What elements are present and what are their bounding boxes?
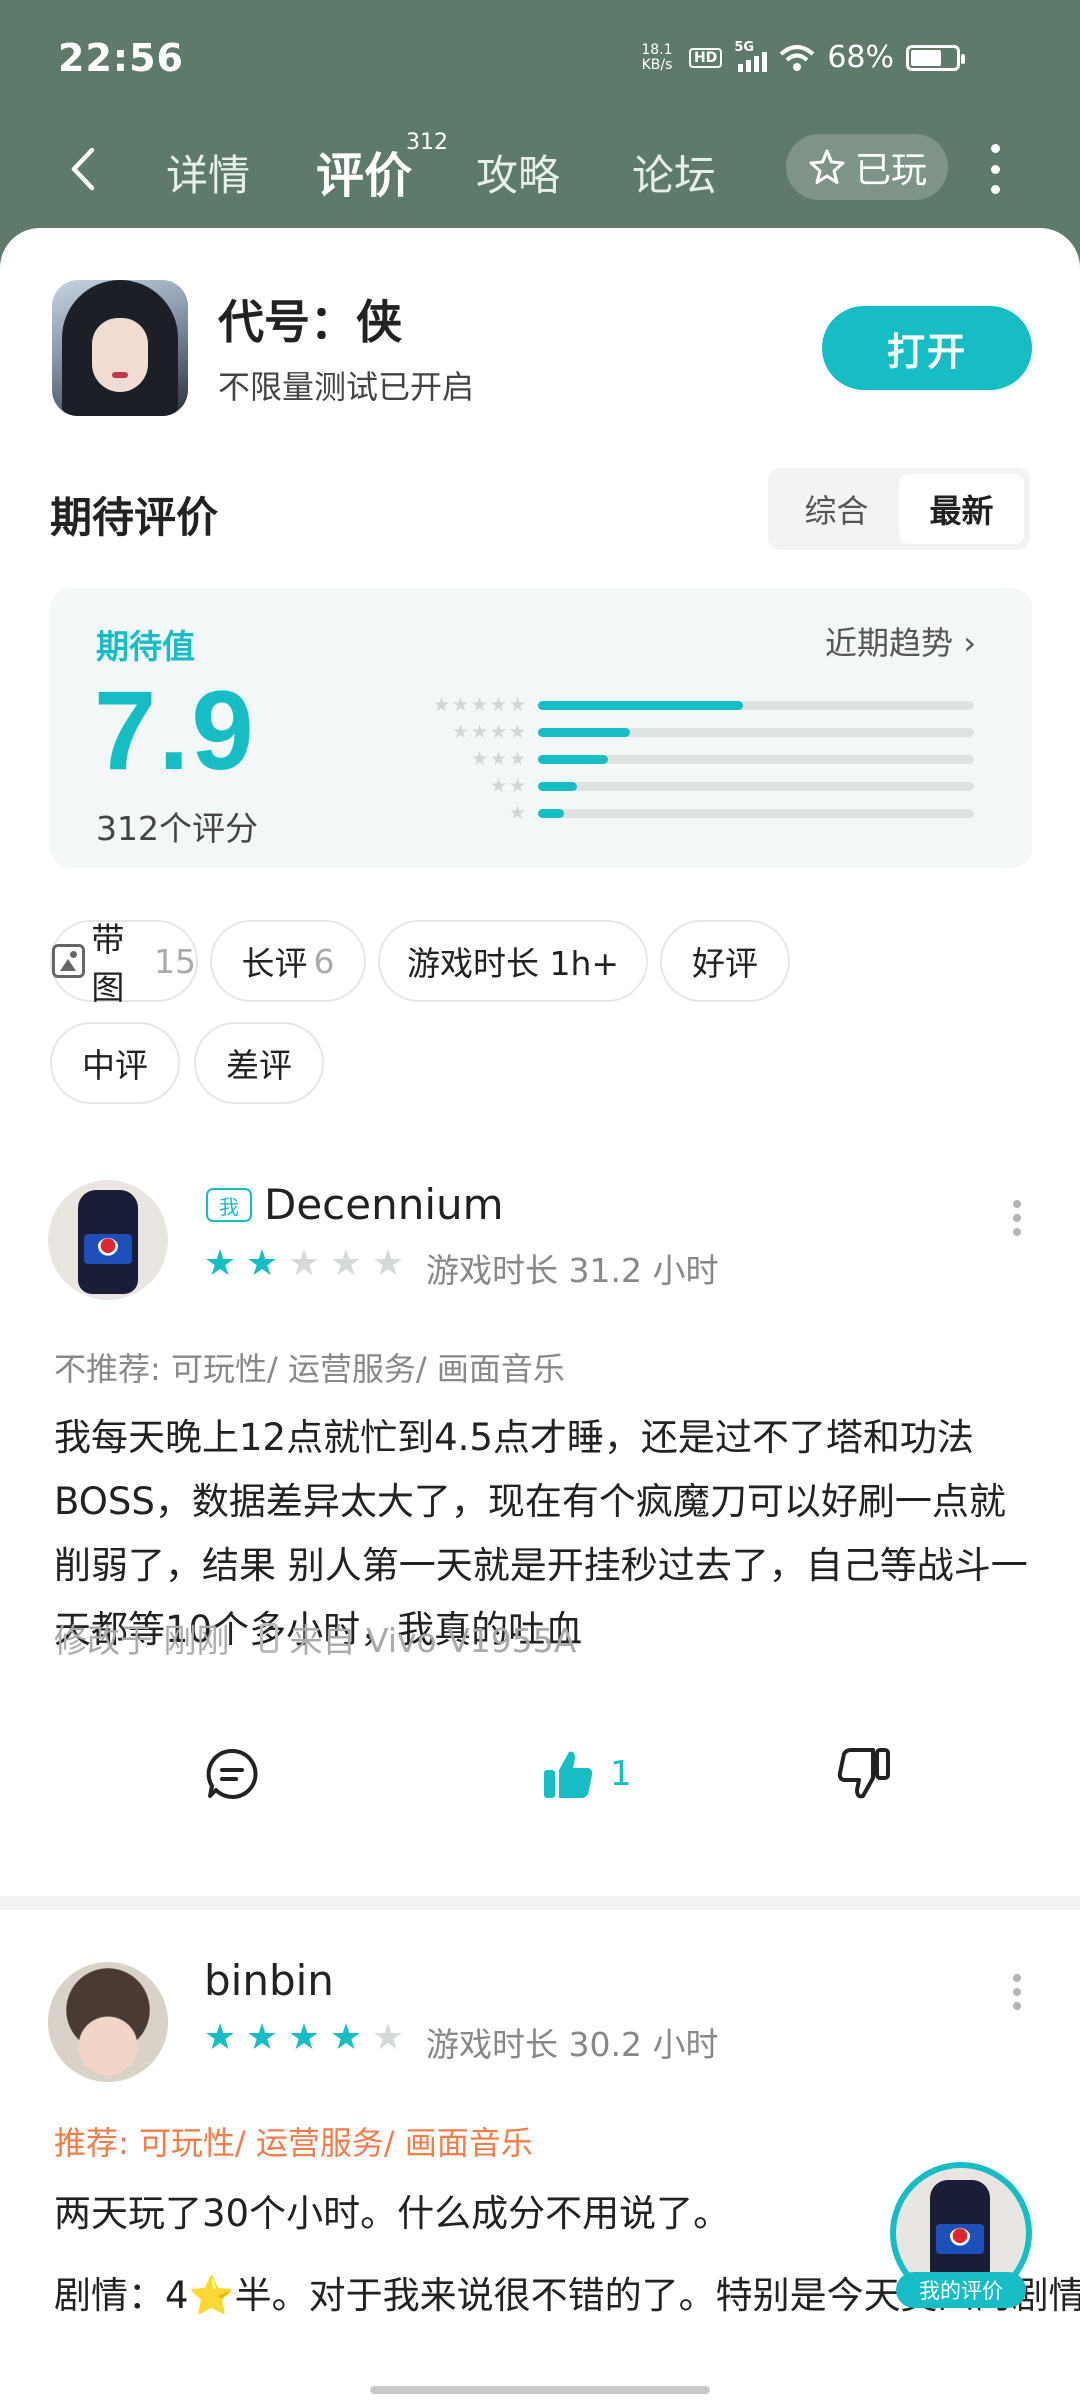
battery-percent: 68% [827,40,894,75]
rating-distribution: ★ ★ ★ ★ ★ ★ ★ ★ ★ ★ ★ ★ ★ ★ ★ [404,692,1004,827]
wifi-icon [779,44,815,71]
star-icon: ★ [329,2017,363,2058]
signal-icon: 5G [734,40,768,72]
comment-icon [206,1748,258,1799]
filter-chip-playtime[interactable]: 游戏时长 1h+ [378,920,648,1002]
review-meta: 修改于 刚刚 来自 Vivo V1955A [54,1614,576,1662]
rating-bar-fill [538,755,608,764]
rating-bar-3-star: ★ ★ ★ [404,746,1004,773]
filter-chip-negative[interactable]: 差评 [194,1022,324,1104]
hd-icon: HD [688,47,723,68]
star-icon: ★ [287,1243,321,1284]
tab-reviews[interactable]: 评价 312 [316,130,448,206]
star-icon: ★ [371,2017,405,2058]
app-subtitle: 不限量测试已开启 [218,368,475,406]
back-icon[interactable] [60,144,110,194]
star-icon: ★ [509,802,527,824]
star-icon: ★ [203,2017,237,2058]
like-count: 1 [610,1754,632,1794]
more-options-icon[interactable] [1012,1974,1022,2010]
rating-bar-fill [538,701,743,710]
user-name[interactable]: binbin [204,1956,334,2005]
rating-summary-card: 期待值 7.9 312个评分 近期趋势 › ★ ★ ★ ★ ★ ★ ★ ★ ★ ★ ★ ★ ★ ★ ★ [50,588,1032,868]
star-icon: ★ [245,1243,279,1284]
review-text[interactable]: 剧情：4⭐半。对于我来说很不错的了。特别是今天莫四的剧情封神。（你们正常的生活，… [54,2264,1080,2328]
phone-icon [259,1623,278,1653]
filter-chip-positive[interactable]: 好评 [660,920,790,1002]
image-icon [52,944,86,978]
filter-chip-images[interactable]: 带图 15 [50,920,198,1007]
filter-chip-long[interactable]: 长评 6 [210,920,366,1002]
tab-forum[interactable]: 论坛 [632,142,716,203]
divider [0,1896,1080,1910]
rating-bar-fill [538,782,578,791]
more-icon[interactable] [985,144,1005,194]
trend-link[interactable]: 近期趋势 › [825,618,976,664]
star-icon: ★ [329,1243,363,1284]
comment-button[interactable] [204,1734,260,1814]
more-options-icon[interactable] [1012,1200,1022,1236]
avatar[interactable] [48,1180,168,1300]
star-rating: ★ ★ ★ ★ ★ [202,2020,406,2056]
app-name: 代号：侠 [218,295,402,349]
star-outline-icon [809,149,845,184]
star-rating: ★ ★ ★ ★ ★ [202,1246,406,1282]
rating-bar-fill [538,809,565,818]
device-name: 来自 Vivo V1955A [289,1621,577,1660]
star-icon: ★ [245,2017,279,2058]
expectation-label: 期待值 [96,627,195,666]
play-time: 游戏时长 31.2 小时 [426,1251,719,1290]
star-icon: ★ [287,2017,321,2058]
me-badge: 我 [206,1188,252,1222]
sort-option-overall[interactable]: 综合 [774,474,899,544]
thumbs-up-icon [544,1751,593,1798]
star-icon: ★ ★ ★ ★ ★ [433,694,527,716]
star-icon: ★ [203,1243,237,1284]
rating-bar-5-star: ★ ★ ★ ★ ★ [404,692,1004,719]
my-review-label: 我的评价 [896,2272,1026,2308]
filter-chip-neutral[interactable]: 中评 [50,1022,180,1104]
play-time: 游戏时长 30.2 小时 [426,2025,719,2064]
star-icon: ★ ★ [490,775,527,797]
sort-toggle: 综合 最新 [768,468,1030,550]
my-review-button[interactable]: 我的评价 [890,2162,1032,2308]
played-button[interactable]: 已玩 [786,134,948,200]
review-count: 312 [406,130,449,155]
rating-bar-fill [538,728,630,737]
avatar[interactable] [48,1962,168,2082]
status-bar: 22:56 18.1 KB/s HD 5G 68% [0,0,1080,120]
home-indicator[interactable] [370,2386,710,2394]
rating-bar-4-star: ★ ★ ★ ★ [404,719,1004,746]
app-icon [52,280,188,416]
rating-bar-1-star: ★ [404,800,1004,827]
review-actions: 1 [0,1734,1080,1814]
star-icon: ★ ★ ★ ★ [452,721,527,743]
dislike-button[interactable] [836,1734,892,1814]
thumbs-down-icon [837,1748,890,1799]
review-tags: 不推荐: 可玩性/ 运营服务/ 画面音乐 [54,1350,565,1388]
network-speed: 18.1 KB/s [641,41,673,73]
open-button[interactable]: 打开 [822,306,1032,390]
review-text[interactable]: 两天玩了30个小时。什么成分不用说了。 [54,2182,1034,2246]
sort-option-latest[interactable]: 最新 [899,474,1024,544]
like-button[interactable]: 1 [540,1734,632,1814]
review-tags: 推荐: 可玩性/ 运营服务/ 画面音乐 [54,2124,533,2162]
star-icon: ★ [371,1243,405,1284]
star-icon: ★ ★ ★ [471,748,527,770]
section-title: 期待评价 [50,493,219,542]
tab-guides[interactable]: 攻略 [476,142,560,203]
content-sheet: 代号：侠 不限量测试已开启 打开 期待评价 综合 最新 期待值 7.9 312个… [0,228,1080,2400]
battery-icon [906,44,965,71]
rating-count: 312个评分 [96,809,258,848]
top-nav: 详情 评价 312 攻略 论坛 已玩 [0,120,1080,220]
rating-bar-2-star: ★ ★ [404,773,1004,800]
tab-details[interactable]: 详情 [166,142,250,203]
user-name[interactable]: Decennium [264,1180,504,1229]
expectation-score: 7.9 [94,668,256,793]
status-icons: 18.1 KB/s HD 5G 68% [637,40,965,75]
modified-time: 修改于 刚刚 [54,1621,230,1660]
status-time: 22:56 [58,36,184,80]
